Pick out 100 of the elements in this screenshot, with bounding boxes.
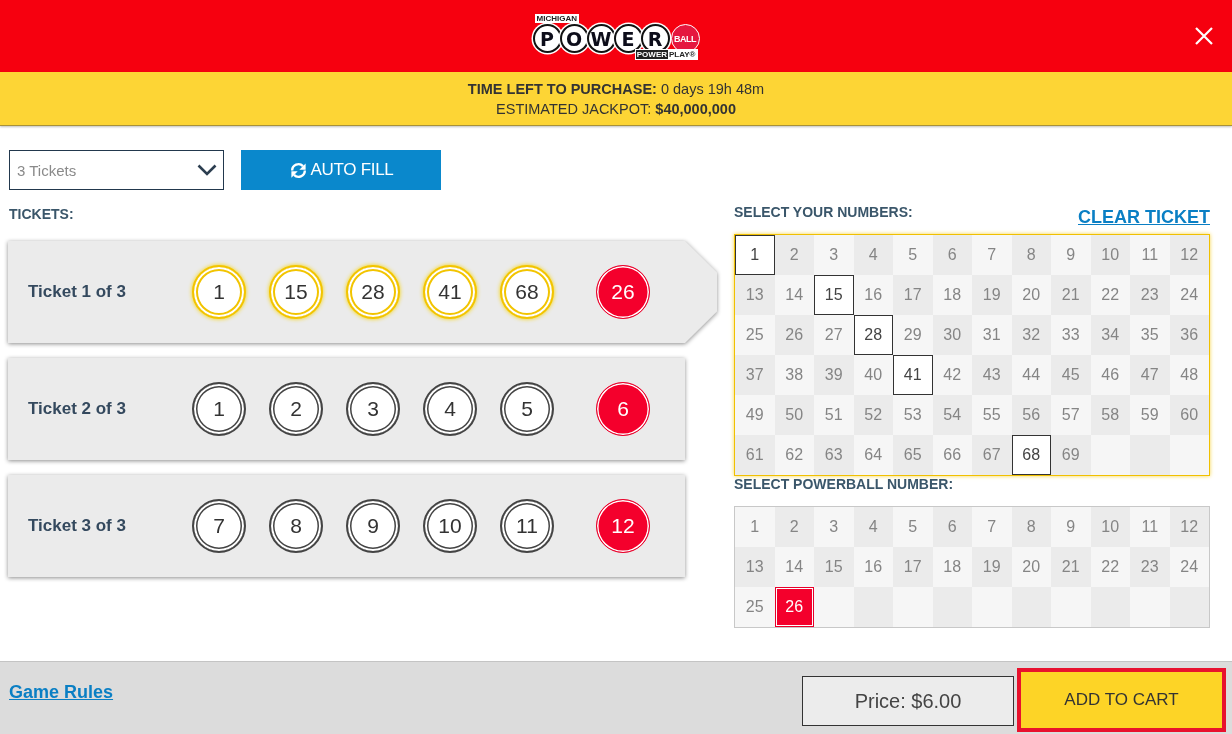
auto-fill-button[interactable]: AUTO FILL	[241, 150, 441, 190]
number-cell[interactable]: 34	[1090, 315, 1130, 355]
powerball-cell[interactable]: 21	[1051, 547, 1091, 587]
number-cell[interactable]: 45	[1051, 355, 1091, 395]
number-cell[interactable]: 52	[853, 395, 893, 435]
close-icon[interactable]	[1195, 27, 1213, 45]
number-cell[interactable]: 64	[853, 435, 893, 475]
number-cell[interactable]: 66	[932, 435, 972, 475]
number-cell[interactable]: 29	[893, 315, 933, 355]
powerball-cell[interactable]: 15	[814, 547, 854, 587]
number-cell[interactable]: 55	[972, 395, 1012, 435]
powerball-cell[interactable]: 9	[1051, 507, 1091, 547]
ticket-card[interactable]: Ticket 2 of 3 1 2 3 4 5 6	[8, 358, 685, 460]
number-cell[interactable]: 6	[932, 235, 972, 275]
number-cell[interactable]: 26	[774, 315, 814, 355]
number-cell[interactable]: 39	[814, 355, 854, 395]
ticket-card[interactable]: Ticket 1 of 3 1 15 28 41 68 26	[8, 241, 717, 343]
powerball-cell[interactable]: 6	[932, 507, 972, 547]
number-cell[interactable]: 62	[774, 435, 814, 475]
number-cell[interactable]: 54	[932, 395, 972, 435]
number-cell[interactable]: 61	[735, 435, 775, 475]
number-cell[interactable]: 56	[1011, 395, 1051, 435]
number-cell[interactable]: 46	[1090, 355, 1130, 395]
powerball-cell[interactable]: 25	[735, 587, 775, 627]
number-cell[interactable]: 30	[932, 315, 972, 355]
number-cell[interactable]: 37	[735, 355, 775, 395]
number-cell[interactable]: 51	[814, 395, 854, 435]
number-cell[interactable]: 25	[735, 315, 775, 355]
number-cell[interactable]: 1	[735, 235, 775, 275]
number-cell[interactable]: 16	[853, 275, 893, 315]
powerball-cell[interactable]: 23	[1130, 547, 1170, 587]
number-cell[interactable]: 13	[735, 275, 775, 315]
number-cell[interactable]: 4	[853, 235, 893, 275]
powerball-cell[interactable]: 17	[893, 547, 933, 587]
powerball-cell[interactable]: 20	[1011, 547, 1051, 587]
number-cell[interactable]: 67	[972, 435, 1012, 475]
number-cell[interactable]: 44	[1011, 355, 1051, 395]
ticket-count-dropdown[interactable]: 3 Tickets	[9, 150, 224, 190]
number-cell[interactable]: 50	[774, 395, 814, 435]
number-cell[interactable]: 38	[774, 355, 814, 395]
number-cell[interactable]: 28	[853, 315, 893, 355]
powerball-cell[interactable]: 13	[735, 547, 775, 587]
add-to-cart-button[interactable]: ADD TO CART	[1017, 668, 1226, 732]
number-cell[interactable]: 22	[1090, 275, 1130, 315]
number-cell[interactable]: 21	[1051, 275, 1091, 315]
number-cell[interactable]: 33	[1051, 315, 1091, 355]
number-cell[interactable]: 17	[893, 275, 933, 315]
number-cell[interactable]: 12	[1169, 235, 1209, 275]
number-cell[interactable]: 32	[1011, 315, 1051, 355]
number-cell[interactable]: 18	[932, 275, 972, 315]
number-cell[interactable]: 11	[1130, 235, 1170, 275]
number-cell[interactable]: 14	[774, 275, 814, 315]
powerball-cell[interactable]: 5	[893, 507, 933, 547]
number-cell[interactable]: 36	[1169, 315, 1209, 355]
powerball-cell[interactable]: 7	[972, 507, 1012, 547]
powerball-cell[interactable]: 10	[1090, 507, 1130, 547]
number-cell[interactable]: 2	[774, 235, 814, 275]
powerball-cell[interactable]: 2	[774, 507, 814, 547]
number-cell[interactable]: 20	[1011, 275, 1051, 315]
number-cell[interactable]: 43	[972, 355, 1012, 395]
number-cell[interactable]: 47	[1130, 355, 1170, 395]
number-cell[interactable]: 58	[1090, 395, 1130, 435]
ticket-card[interactable]: Ticket 3 of 3 7 8 9 10 11 12	[8, 475, 685, 577]
powerball-cell[interactable]: 16	[853, 547, 893, 587]
number-cell[interactable]: 19	[972, 275, 1012, 315]
number-cell[interactable]: 24	[1169, 275, 1209, 315]
powerball-cell[interactable]: 3	[814, 507, 854, 547]
powerball-cell[interactable]: 4	[853, 507, 893, 547]
powerball-cell[interactable]: 24	[1169, 547, 1209, 587]
number-cell[interactable]: 9	[1051, 235, 1091, 275]
number-cell[interactable]: 63	[814, 435, 854, 475]
number-cell[interactable]: 65	[893, 435, 933, 475]
number-cell[interactable]: 48	[1169, 355, 1209, 395]
powerball-cell[interactable]: 8	[1011, 507, 1051, 547]
number-cell[interactable]: 69	[1051, 435, 1091, 475]
game-rules-link[interactable]: Game Rules	[9, 682, 114, 703]
number-cell[interactable]: 41	[893, 355, 933, 395]
number-cell[interactable]: 49	[735, 395, 775, 435]
number-cell[interactable]: 23	[1130, 275, 1170, 315]
number-cell[interactable]: 68	[1011, 435, 1051, 475]
number-cell[interactable]: 35	[1130, 315, 1170, 355]
clear-ticket-link[interactable]: CLEAR TICKET	[1078, 206, 1210, 228]
number-cell[interactable]: 7	[972, 235, 1012, 275]
number-cell[interactable]: 57	[1051, 395, 1091, 435]
number-cell[interactable]: 10	[1090, 235, 1130, 275]
number-cell[interactable]: 15	[814, 275, 854, 315]
number-cell[interactable]: 60	[1169, 395, 1209, 435]
powerball-cell[interactable]: 1	[735, 507, 775, 547]
number-cell[interactable]: 5	[893, 235, 933, 275]
powerball-cell[interactable]: 12	[1169, 507, 1209, 547]
powerball-cell[interactable]: 18	[932, 547, 972, 587]
powerball-cell[interactable]: 14	[774, 547, 814, 587]
number-cell[interactable]: 40	[853, 355, 893, 395]
number-cell[interactable]: 53	[893, 395, 933, 435]
powerball-cell[interactable]: 19	[972, 547, 1012, 587]
number-cell[interactable]: 42	[932, 355, 972, 395]
number-cell[interactable]: 27	[814, 315, 854, 355]
number-cell[interactable]: 31	[972, 315, 1012, 355]
powerball-cell[interactable]: 22	[1090, 547, 1130, 587]
powerball-cell[interactable]: 26	[774, 587, 814, 627]
